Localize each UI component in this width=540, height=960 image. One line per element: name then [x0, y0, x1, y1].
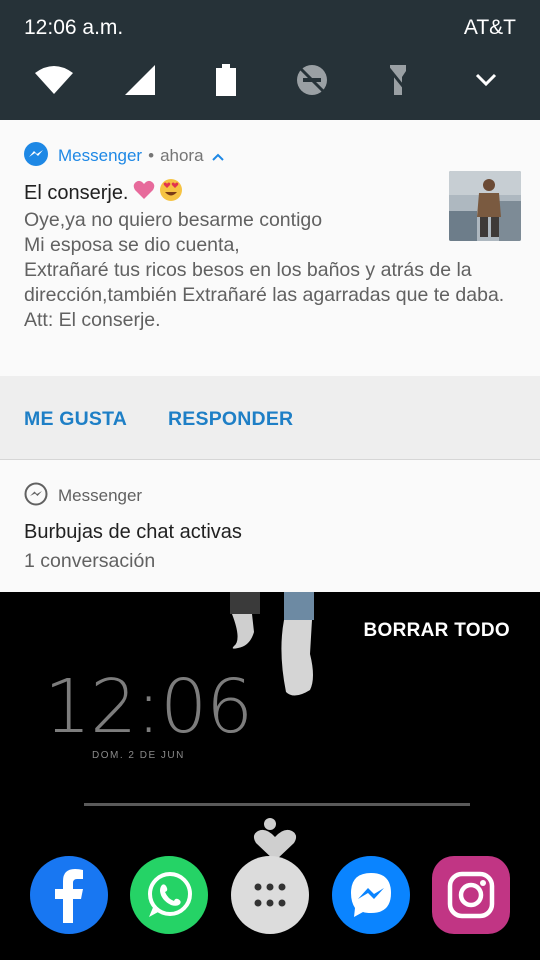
- sender-photo: [449, 171, 521, 241]
- messenger-notification[interactable]: Messenger • ahora El conserje. Oye,ya no…: [0, 120, 540, 376]
- heart-eyes-emoji: [159, 178, 183, 208]
- cell-signal-icon[interactable]: [118, 58, 162, 102]
- flashlight-off-icon[interactable]: [376, 58, 420, 102]
- messenger-outline-icon: [24, 482, 48, 511]
- like-button[interactable]: ME GUSTA: [24, 408, 127, 431]
- notification-title-row: El conserje.: [24, 178, 183, 208]
- chevron-up-icon[interactable]: [211, 146, 224, 166]
- home-date: DOM. 2 DE JUN: [92, 750, 185, 761]
- wifi-icon[interactable]: [32, 58, 76, 102]
- clear-all-button[interactable]: BORRAR TODO: [363, 620, 510, 642]
- status-time: 12:06 a.m.: [24, 16, 124, 39]
- reply-button[interactable]: RESPONDER: [168, 408, 293, 431]
- pink-heart-emoji: [133, 180, 155, 206]
- app-drawer-icon[interactable]: [231, 856, 309, 934]
- app-dock: [0, 852, 540, 942]
- notification-header: Messenger • ahora: [24, 141, 224, 171]
- messenger-icon: [24, 141, 48, 171]
- messenger-icon[interactable]: [332, 856, 410, 934]
- wallpaper-area: BORRAR TODO 12:06 DOM. 2 DE JUN: [0, 592, 540, 960]
- notification-actions: ME GUSTA RESPONDER: [0, 376, 540, 460]
- battery-icon[interactable]: [204, 58, 248, 102]
- quick-settings-panel: 12:06 a.m. AT&T: [0, 0, 540, 120]
- chat-heads-notification[interactable]: Messenger Burbujas de chat activas 1 con…: [0, 460, 540, 592]
- separator: •: [148, 146, 155, 165]
- notification2-title: Burbujas de chat activas: [24, 521, 242, 543]
- app-name: Messenger: [58, 146, 143, 165]
- status-carrier: AT&T: [463, 16, 516, 39]
- home-clock: 12:06: [44, 664, 253, 750]
- chevron-down-icon[interactable]: [464, 58, 508, 102]
- whatsapp-icon[interactable]: [130, 856, 208, 934]
- notification2-header: Messenger: [24, 482, 143, 511]
- notification-title: El conserje.: [24, 181, 129, 204]
- do-not-disturb-off-icon[interactable]: [290, 58, 334, 102]
- notification-time: ahora: [160, 146, 204, 165]
- quick-settings-tiles: [0, 58, 540, 102]
- notification-body: Oye,ya no quiero besarme contigo Mi espo…: [24, 209, 505, 331]
- app-name-2: Messenger: [58, 486, 143, 505]
- instagram-icon[interactable]: [432, 856, 510, 934]
- notification2-subtitle: 1 conversación: [24, 550, 156, 572]
- divider-line: [84, 803, 470, 806]
- facebook-icon[interactable]: [30, 856, 108, 934]
